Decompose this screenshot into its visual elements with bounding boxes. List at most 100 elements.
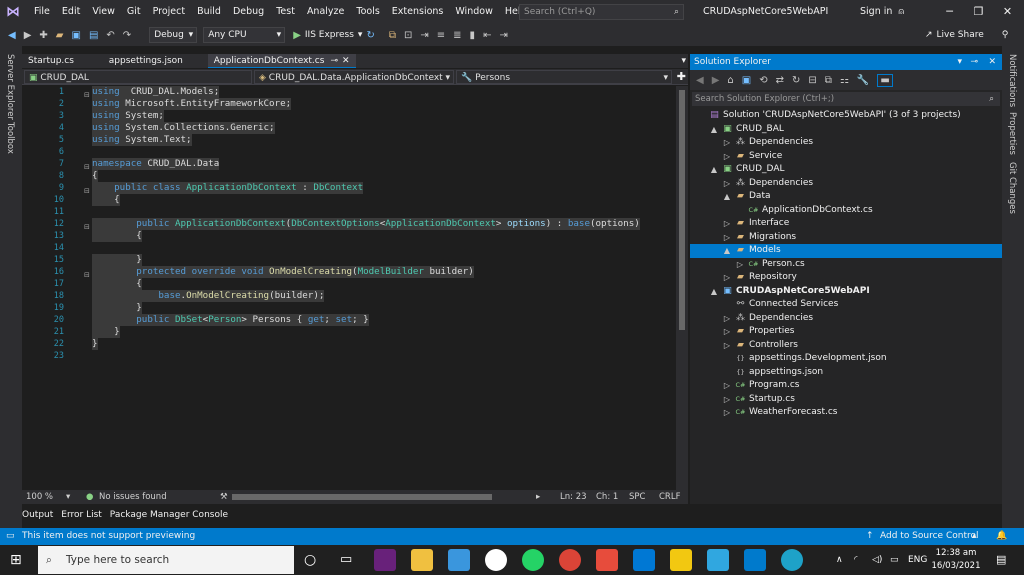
chevron-down-icon[interactable]: ▾: [66, 490, 70, 504]
show-all-files-icon[interactable]: ⧉: [825, 75, 832, 86]
restore-icon[interactable]: ❐: [964, 0, 993, 24]
tray-chevron-up-icon[interactable]: ∧: [836, 552, 843, 568]
expanded-chevron-icon[interactable]: ▲: [709, 163, 719, 177]
properties-wrench-icon[interactable]: 🔧: [857, 75, 869, 86]
tree-item[interactable]: ▲ ▰ Models: [690, 244, 1002, 258]
collapsed-chevron-icon[interactable]: ▷: [722, 150, 732, 164]
tab-startup[interactable]: Startup.cs: [22, 54, 80, 68]
app-taskbar-icon[interactable]: [485, 549, 507, 571]
wifi-icon[interactable]: ◜: [854, 552, 858, 568]
expanded-chevron-icon[interactable]: ▲: [722, 190, 732, 204]
tree-item[interactable]: ▷ ▰ Interface: [690, 217, 1002, 231]
minimize-icon[interactable]: ─: [935, 0, 964, 24]
tree-item[interactable]: ▷ ▰ Migrations: [690, 231, 1002, 245]
back-icon[interactable]: ◀: [8, 30, 16, 41]
tab-error-list[interactable]: Error List: [61, 508, 102, 522]
history-icon[interactable]: ⟲: [759, 75, 767, 86]
chrome-taskbar-icon[interactable]: [559, 549, 581, 571]
tree-item[interactable]: ▷ C# WeatherForecast.cs: [690, 406, 1002, 420]
zoom-level[interactable]: 100 %: [26, 490, 53, 504]
tree-item[interactable]: ▷ ⁂ Dependencies: [690, 136, 1002, 150]
collapsed-chevron-icon[interactable]: ▷: [722, 217, 732, 231]
line-indicator[interactable]: Ln: 23: [560, 490, 587, 504]
collapse-icon[interactable]: ⊟: [84, 185, 90, 197]
close-icon[interactable]: ✕: [342, 56, 350, 66]
tree-item[interactable]: ▲ ▰ Data: [690, 190, 1002, 204]
undo-icon[interactable]: ↶: [106, 30, 114, 41]
notifications-tab[interactable]: Notifications: [1007, 54, 1017, 107]
collapsed-chevron-icon[interactable]: ▷: [722, 231, 732, 245]
collapse-icon[interactable]: ⊟: [84, 161, 90, 173]
collapsed-chevron-icon[interactable]: ▷: [722, 325, 732, 339]
solution-explorer-search[interactable]: Search Solution Explorer (Ctrl+;) ⌕: [692, 92, 1000, 106]
tab-package-manager-console[interactable]: Package Manager Console: [110, 508, 228, 522]
tree-item[interactable]: {} appsettings.json: [690, 366, 1002, 380]
collapsed-chevron-icon[interactable]: ▷: [735, 258, 745, 272]
chevron-down-icon[interactable]: ▾: [957, 54, 962, 70]
app-taskbar-icon[interactable]: [707, 549, 729, 571]
edge-taskbar-icon[interactable]: [781, 549, 803, 571]
editor-horizontal-scrollbar[interactable]: [232, 494, 492, 500]
taskbar-search-box[interactable]: ⌕ Type here to search: [38, 546, 294, 574]
run-button[interactable]: ▶ IIS Express ▾: [293, 30, 362, 41]
collapse-icon[interactable]: ⊟: [84, 221, 90, 233]
expanded-chevron-icon[interactable]: ▲: [722, 244, 732, 258]
next-bookmark-icon[interactable]: ⇥: [499, 30, 507, 41]
tree-item[interactable]: ▲ ▣ CRUD_DAL: [690, 163, 1002, 177]
preview-selected-icon[interactable]: ▬: [877, 73, 893, 87]
class-dropdown[interactable]: ◈ CRUD_DAL.Data.ApplicationDbContext ▾: [254, 70, 454, 84]
browser-link-icon[interactable]: ⧉: [389, 30, 396, 41]
pin-icon[interactable]: ⊸: [970, 54, 978, 70]
menu-view[interactable]: View: [86, 0, 121, 24]
tree-item[interactable]: ▷ ▰ Controllers: [690, 339, 1002, 353]
save-icon[interactable]: ▣: [72, 30, 81, 41]
open-folder-icon[interactable]: ▰: [56, 30, 64, 41]
app-taskbar-icon[interactable]: [448, 549, 470, 571]
close-icon[interactable]: ✕: [988, 54, 996, 70]
menu-project[interactable]: Project: [147, 0, 192, 24]
project-dropdown[interactable]: ▣ CRUD_DAL: [24, 70, 252, 84]
screenshot-icon[interactable]: ⊡: [404, 30, 412, 41]
menu-extensions[interactable]: Extensions: [386, 0, 450, 24]
menu-debug[interactable]: Debug: [227, 0, 270, 24]
tree-item[interactable]: ▷ ▰ Service: [690, 150, 1002, 164]
tree-item[interactable]: ▷ C# Program.cs: [690, 379, 1002, 393]
sync-icon[interactable]: ⇄: [776, 75, 784, 86]
cortana-icon[interactable]: ○: [304, 552, 316, 568]
tree-item[interactable]: ▤ Solution 'CRUDAspNetCore5WebAPI' (3 of …: [690, 109, 1002, 123]
battery-icon[interactable]: ▭: [890, 552, 899, 568]
tree-item[interactable]: ▷ C# Startup.cs: [690, 393, 1002, 407]
expanded-chevron-icon[interactable]: ▲: [709, 123, 719, 137]
tab-output[interactable]: Output: [22, 508, 53, 522]
collapsed-chevron-icon[interactable]: ▷: [722, 177, 732, 191]
tree-item[interactable]: ▷ ⁂ Dependencies: [690, 177, 1002, 191]
vscode-taskbar-icon[interactable]: [744, 549, 766, 571]
split-editor-icon[interactable]: ✚: [677, 70, 686, 84]
app-taskbar-icon[interactable]: [670, 549, 692, 571]
properties-tab[interactable]: Properties: [1007, 112, 1017, 155]
issues-status[interactable]: No issues found: [99, 490, 167, 504]
whitespace-indicator[interactable]: SPC: [629, 490, 645, 504]
app-taskbar-icon[interactable]: [596, 549, 618, 571]
notification-bell-icon[interactable]: 🔔: [996, 528, 1007, 545]
menu-git[interactable]: Git: [121, 0, 147, 24]
search-input[interactable]: Search (Ctrl+Q) ⌕: [519, 4, 684, 20]
forward-icon[interactable]: ▶: [712, 75, 720, 86]
tab-applicationdbcontext[interactable]: ApplicationDbContext.cs ⊸ ✕: [207, 54, 356, 68]
scrollbar-thumb[interactable]: [679, 90, 685, 330]
mail-taskbar-icon[interactable]: [633, 549, 655, 571]
comment-icon[interactable]: ≡: [437, 30, 445, 41]
chevron-up-icon[interactable]: ▴: [972, 528, 977, 545]
collapsed-chevron-icon[interactable]: ▷: [722, 312, 732, 326]
refresh-icon[interactable]: ↻: [792, 75, 800, 86]
task-view-icon[interactable]: ▭: [340, 552, 352, 567]
tree-item[interactable]: ▲ ▣ CRUDAspNetCore5WebAPI: [690, 285, 1002, 299]
brush-icon[interactable]: ⚒: [220, 490, 228, 504]
feedback-icon[interactable]: ⚲: [1002, 24, 1009, 46]
filter-icon[interactable]: ⚏: [840, 75, 849, 86]
save-all-icon[interactable]: ▤: [89, 30, 98, 41]
menu-build[interactable]: Build: [191, 0, 227, 24]
tree-item[interactable]: ▷ C# Person.cs: [690, 258, 1002, 272]
visual-studio-taskbar-icon[interactable]: [374, 549, 396, 571]
refresh-icon[interactable]: ↻: [366, 30, 374, 41]
